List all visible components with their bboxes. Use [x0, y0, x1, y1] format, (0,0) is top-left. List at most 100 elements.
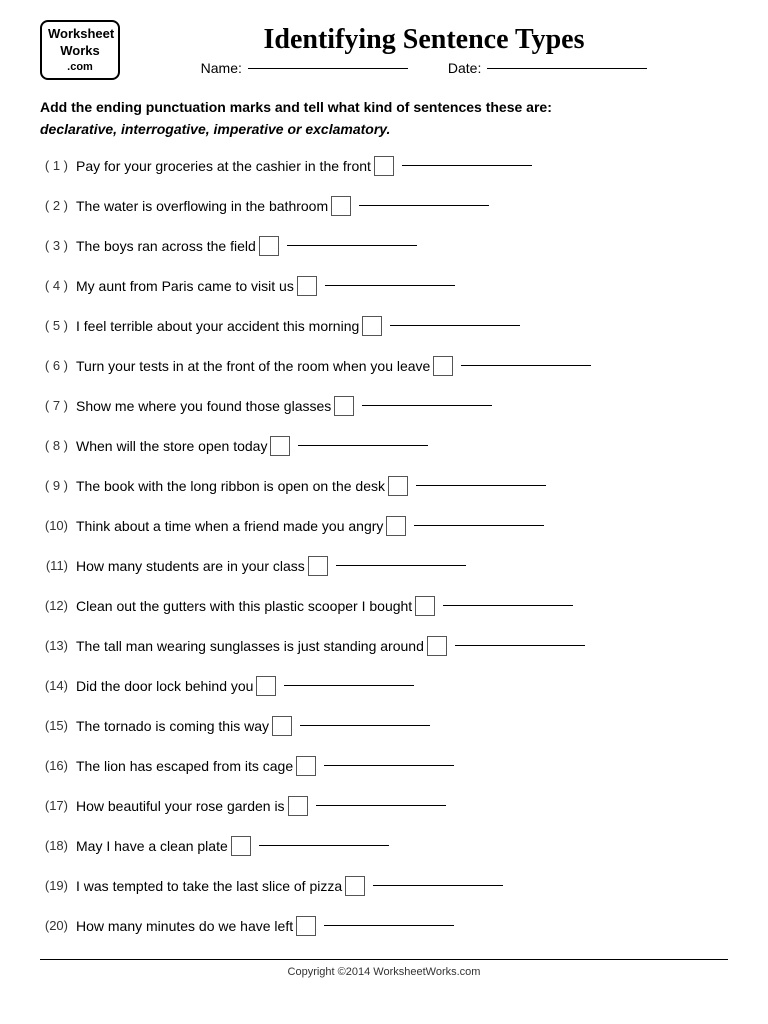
- answer-line: [316, 805, 446, 806]
- punct-box[interactable]: [297, 276, 317, 296]
- logo-line3: .com: [48, 60, 112, 74]
- punct-box[interactable]: [415, 596, 435, 616]
- sentence-row: The tall man wearing sunglasses is just …: [76, 636, 585, 656]
- name-label: Name:: [201, 60, 242, 76]
- answer-line: [324, 765, 454, 766]
- sentence-num: (13): [40, 638, 76, 653]
- sentence-row: Pay for your groceries at the cashier in…: [76, 156, 532, 176]
- list-item: (19) I was tempted to take the last slic…: [40, 871, 728, 901]
- list-item: ( 1 ) Pay for your groceries at the cash…: [40, 151, 728, 181]
- sentence-num: (12): [40, 598, 76, 613]
- answer-line: [325, 285, 455, 286]
- sentence-num: ( 2 ): [40, 198, 76, 213]
- punct-box[interactable]: [334, 396, 354, 416]
- punct-box[interactable]: [374, 156, 394, 176]
- answer-line: [461, 365, 591, 366]
- punct-box[interactable]: [427, 636, 447, 656]
- answer-line: [416, 485, 546, 486]
- sentence-text: When will the store open today: [76, 438, 267, 454]
- sentence-num: (19): [40, 878, 76, 893]
- sentence-row: How beautiful your rose garden is: [76, 796, 446, 816]
- sentence-text: I was tempted to take the last slice of …: [76, 878, 342, 894]
- sentence-row: Did the door lock behind you: [76, 676, 414, 696]
- date-line: [487, 68, 647, 69]
- list-item: ( 6 ) Turn your tests in at the front of…: [40, 351, 728, 381]
- copyright: Copyright ©2014 WorksheetWorks.com: [288, 966, 481, 978]
- sentence-row: How many minutes do we have left: [76, 916, 454, 936]
- punct-box[interactable]: [259, 236, 279, 256]
- sentence-row: Think about a time when a friend made yo…: [76, 516, 544, 536]
- sentence-row: The tornado is coming this way: [76, 716, 430, 736]
- list-item: ( 7 ) Show me where you found those glas…: [40, 391, 728, 421]
- sentence-num: (14): [40, 678, 76, 693]
- sentence-row: The lion has escaped from its cage: [76, 756, 454, 776]
- punct-box[interactable]: [433, 356, 453, 376]
- page-header: Worksheet Works .com Identifying Sentenc…: [40, 20, 728, 80]
- answer-line: [402, 165, 532, 166]
- answer-line: [455, 645, 585, 646]
- list-item: ( 2 ) The water is overflowing in the ba…: [40, 191, 728, 221]
- punct-box[interactable]: [288, 796, 308, 816]
- instructions-line2: declarative, interrogative, imperative o…: [40, 121, 390, 137]
- sentence-row: I feel terrible about your accident this…: [76, 316, 520, 336]
- sentence-num: ( 6 ): [40, 358, 76, 373]
- sentence-num: (10): [40, 518, 76, 533]
- sentence-text: How many minutes do we have left: [76, 918, 293, 934]
- sentence-num: ( 4 ): [40, 278, 76, 293]
- sentence-text: May I have a clean plate: [76, 838, 228, 854]
- sentence-text: Show me where you found those glasses: [76, 398, 331, 414]
- sentence-text: The tall man wearing sunglasses is just …: [76, 638, 424, 654]
- punct-box[interactable]: [388, 476, 408, 496]
- list-item: (20) How many minutes do we have left: [40, 911, 728, 941]
- sentence-row: The book with the long ribbon is open on…: [76, 476, 546, 496]
- sentence-text: The boys ran across the field: [76, 238, 256, 254]
- sentence-row: When will the store open today: [76, 436, 428, 456]
- sentences-list: ( 1 ) Pay for your groceries at the cash…: [40, 151, 728, 941]
- sentence-num: ( 5 ): [40, 318, 76, 333]
- sentence-text: I feel terrible about your accident this…: [76, 318, 359, 334]
- date-label: Date:: [448, 60, 481, 76]
- sentence-row: How many students are in your class: [76, 556, 466, 576]
- punct-box[interactable]: [308, 556, 328, 576]
- answer-line: [443, 605, 573, 606]
- punct-box[interactable]: [270, 436, 290, 456]
- punct-box[interactable]: [331, 196, 351, 216]
- punct-box[interactable]: [296, 916, 316, 936]
- sentence-num: (15): [40, 718, 76, 733]
- logo-line2: Works: [48, 43, 112, 60]
- sentence-row: The boys ran across the field: [76, 236, 417, 256]
- punct-box[interactable]: [386, 516, 406, 536]
- punct-box[interactable]: [231, 836, 251, 856]
- punct-box[interactable]: [362, 316, 382, 336]
- list-item: (10) Think about a time when a friend ma…: [40, 511, 728, 541]
- footer: Copyright ©2014 WorksheetWorks.com: [40, 959, 728, 978]
- punct-box[interactable]: [256, 676, 276, 696]
- list-item: ( 4 ) My aunt from Paris came to visit u…: [40, 271, 728, 301]
- punct-box[interactable]: [296, 756, 316, 776]
- sentence-num: (11): [40, 558, 76, 573]
- answer-line: [298, 445, 428, 446]
- logo-line1: Worksheet: [48, 26, 112, 43]
- list-item: (16) The lion has escaped from its cage: [40, 751, 728, 781]
- punct-box[interactable]: [345, 876, 365, 896]
- sentence-text: Did the door lock behind you: [76, 678, 253, 694]
- sentence-text: How beautiful your rose garden is: [76, 798, 285, 814]
- sentence-text: The lion has escaped from its cage: [76, 758, 293, 774]
- sentence-row: The water is overflowing in the bathroom: [76, 196, 489, 216]
- sentence-text: How many students are in your class: [76, 558, 305, 574]
- answer-line: [336, 565, 466, 566]
- list-item: (11) How many students are in your class: [40, 551, 728, 581]
- answer-line: [390, 325, 520, 326]
- sentence-num: (16): [40, 758, 76, 773]
- punct-box[interactable]: [272, 716, 292, 736]
- sentence-num: (20): [40, 918, 76, 933]
- sentence-text: Pay for your groceries at the cashier in…: [76, 158, 371, 174]
- list-item: (12) Clean out the gutters with this pla…: [40, 591, 728, 621]
- list-item: (18) May I have a clean plate: [40, 831, 728, 861]
- page-title: Identifying Sentence Types: [120, 24, 728, 56]
- list-item: (14) Did the door lock behind you: [40, 671, 728, 701]
- date-field: Date:: [448, 60, 647, 76]
- answer-line: [359, 205, 489, 206]
- sentence-row: Clean out the gutters with this plastic …: [76, 596, 573, 616]
- list-item: ( 8 ) When will the store open today: [40, 431, 728, 461]
